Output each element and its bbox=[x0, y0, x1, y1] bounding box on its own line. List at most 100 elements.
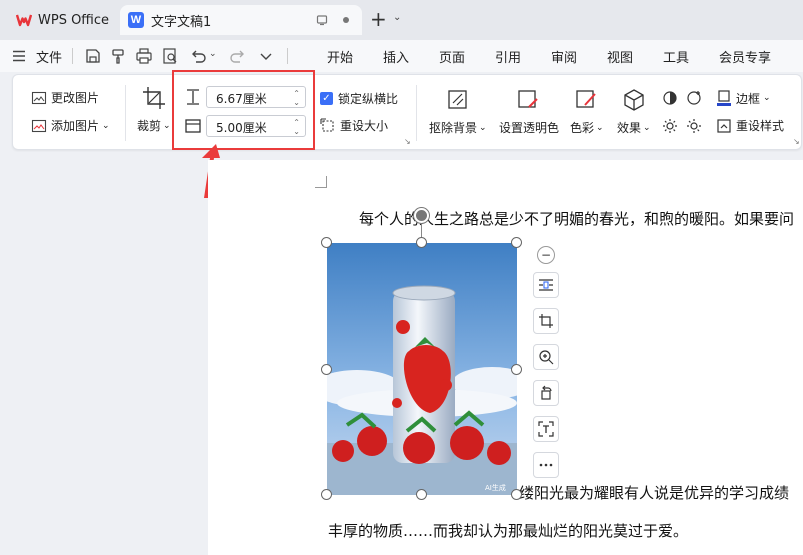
tab-wps-office[interactable]: WPS Office bbox=[6, 5, 114, 35]
menu-review[interactable]: 审阅 bbox=[551, 47, 577, 66]
reset-size-button[interactable]: 重设大小 bbox=[320, 117, 388, 134]
add-picture-label: 添加图片 bbox=[51, 119, 100, 133]
resize-handle-bottom-right[interactable] bbox=[511, 489, 522, 500]
reset-size-label: 重设大小 bbox=[340, 119, 389, 133]
crop-icon bbox=[539, 314, 553, 328]
resize-handle-top-right[interactable] bbox=[511, 237, 522, 248]
paragraph-line-2[interactable]: 缕阳光最为耀眼有人说是优异的学习成绩 bbox=[519, 482, 789, 503]
contrast-decrease-icon[interactable] bbox=[685, 117, 703, 135]
change-picture-button[interactable]: 更改图片 bbox=[31, 89, 99, 106]
menu-tools[interactable]: 工具 bbox=[663, 47, 689, 66]
set-transparent-color-button[interactable]: 设置透明色 bbox=[499, 87, 559, 136]
menu-references[interactable]: 引用 bbox=[495, 47, 521, 66]
zoom-preview-button[interactable] bbox=[533, 344, 559, 370]
resize-handle-top[interactable] bbox=[416, 237, 427, 248]
undo-dropdown-icon[interactable]: ⌄ bbox=[209, 49, 217, 59]
chevron-down-icon: ⌄ bbox=[479, 122, 487, 133]
tab-wps-label: WPS Office bbox=[38, 12, 110, 28]
tab-bar: WPS Office W 文字文稿1 + ⌄ bbox=[0, 0, 803, 40]
border-button[interactable]: 边框 ⌄ bbox=[716, 89, 771, 107]
set-transparent-color-label: 设置透明色 bbox=[499, 121, 560, 135]
border-label: 边框 bbox=[736, 91, 761, 106]
add-picture-button[interactable]: 添加图片 ⌄ bbox=[31, 117, 110, 134]
lock-aspect-ratio-label: 锁定纵横比 bbox=[338, 92, 399, 106]
save-icon[interactable] bbox=[83, 46, 103, 66]
crop-icon bbox=[142, 87, 165, 109]
resize-handle-bottom[interactable] bbox=[416, 489, 427, 500]
format-painter-icon[interactable] bbox=[108, 46, 128, 66]
undo-icon[interactable] bbox=[188, 46, 208, 66]
color-icon bbox=[576, 90, 596, 108]
print-icon[interactable] bbox=[134, 46, 154, 66]
resize-handle-bottom-left[interactable] bbox=[321, 489, 332, 500]
change-picture-label: 更改图片 bbox=[51, 91, 100, 105]
brightness-increase-icon[interactable] bbox=[661, 89, 679, 107]
extract-text-button[interactable] bbox=[533, 416, 559, 442]
selected-picture[interactable]: AI生成 bbox=[327, 243, 517, 495]
menu-home[interactable]: 开始 bbox=[327, 47, 353, 66]
window-icon[interactable] bbox=[316, 14, 328, 26]
border-icon bbox=[717, 90, 731, 106]
layout-options-button[interactable] bbox=[533, 272, 559, 298]
reset-size-icon bbox=[320, 117, 334, 132]
tab-document[interactable]: W 文字文稿1 bbox=[120, 5, 362, 35]
effects-label: 效果 bbox=[617, 121, 642, 135]
brightness-decrease-icon[interactable] bbox=[661, 117, 679, 135]
print-preview-icon[interactable] bbox=[160, 46, 180, 66]
new-tab-plus-icon[interactable]: + bbox=[370, 9, 387, 29]
dialog-launcher-icon[interactable]: ↘ bbox=[404, 137, 411, 146]
collapse-toolbar-icon[interactable]: − bbox=[537, 246, 555, 264]
more-chevron-down-icon[interactable] bbox=[256, 46, 276, 66]
resize-handle-left[interactable] bbox=[321, 364, 332, 375]
dialog-launcher-icon[interactable]: ↘ bbox=[793, 137, 800, 146]
chevron-down-icon: ⌄ bbox=[102, 120, 110, 131]
menu-view[interactable]: 视图 bbox=[607, 47, 633, 66]
rotate-handle[interactable] bbox=[414, 208, 429, 223]
annotation-highlight-box bbox=[172, 70, 315, 150]
page-margin-mark bbox=[315, 176, 327, 188]
menu-file[interactable]: 文件 bbox=[36, 47, 62, 66]
lock-aspect-ratio-checkbox[interactable]: ✓ 锁定纵横比 bbox=[320, 90, 398, 107]
chevron-down-icon[interactable]: ⌄ bbox=[393, 12, 401, 23]
picture-tools-ribbon: 更改图片 添加图片 ⌄ 裁剪 ⌄ 6.67厘米 ⌃ ⌄ 5.00厘米 ⌃ ⌄ ✓ … bbox=[12, 74, 802, 150]
more-options-button[interactable] bbox=[533, 452, 559, 478]
redo-icon[interactable] bbox=[228, 46, 248, 66]
add-picture-icon bbox=[31, 119, 47, 132]
contrast-increase-icon[interactable] bbox=[685, 89, 703, 107]
transparent-color-icon bbox=[518, 90, 538, 108]
reset-style-label: 重设样式 bbox=[736, 119, 785, 133]
chevron-down-icon: ⌄ bbox=[643, 122, 651, 133]
menu-divider bbox=[72, 48, 73, 64]
effects-cube-icon bbox=[624, 89, 644, 111]
menu-bar: 文件 ⌄ 开始 插入 页面 引用 审阅 视图 工具 会员专享 bbox=[0, 40, 803, 72]
chevron-down-icon: ⌄ bbox=[163, 120, 171, 131]
reset-style-button[interactable]: 重设样式 bbox=[716, 117, 784, 134]
wps-logo-icon bbox=[16, 14, 32, 27]
menu-member[interactable]: 会员专享 bbox=[719, 47, 771, 66]
chevron-down-icon: ⌄ bbox=[596, 122, 604, 133]
ribbon-divider bbox=[416, 85, 417, 141]
ai-watermark-label: AI生成 bbox=[485, 484, 506, 492]
resize-handle-top-left[interactable] bbox=[321, 237, 332, 248]
tab-document-label: 文字文稿1 bbox=[151, 14, 212, 30]
resize-handle-right[interactable] bbox=[511, 364, 522, 375]
strawberry-can-image bbox=[327, 243, 517, 495]
color-button[interactable]: 色彩 ⌄ bbox=[570, 87, 604, 136]
crop-button[interactable]: 裁剪 ⌄ bbox=[137, 85, 171, 134]
rotate-button[interactable] bbox=[533, 380, 559, 406]
paragraph-line-3[interactable]: 丰厚的物质……而我却认为那最灿烂的阳光莫过于爱。 bbox=[328, 520, 688, 541]
change-picture-icon bbox=[31, 91, 47, 104]
writer-logo-icon: W bbox=[128, 12, 144, 28]
rotate-icon bbox=[541, 385, 552, 400]
remove-background-button[interactable]: 抠除背景 ⌄ bbox=[429, 87, 487, 136]
hamburger-menu-icon[interactable] bbox=[12, 50, 26, 62]
crop-tool-button[interactable] bbox=[533, 308, 559, 334]
text-wrap-icon bbox=[539, 279, 553, 291]
effects-button[interactable]: 效果 ⌄ bbox=[617, 87, 651, 136]
remove-background-icon bbox=[448, 90, 467, 109]
menu-page[interactable]: 页面 bbox=[439, 47, 465, 66]
more-icon bbox=[539, 463, 553, 467]
extract-text-icon bbox=[538, 421, 554, 437]
tab-status-dot-icon[interactable] bbox=[340, 14, 352, 26]
menu-insert[interactable]: 插入 bbox=[383, 47, 409, 66]
